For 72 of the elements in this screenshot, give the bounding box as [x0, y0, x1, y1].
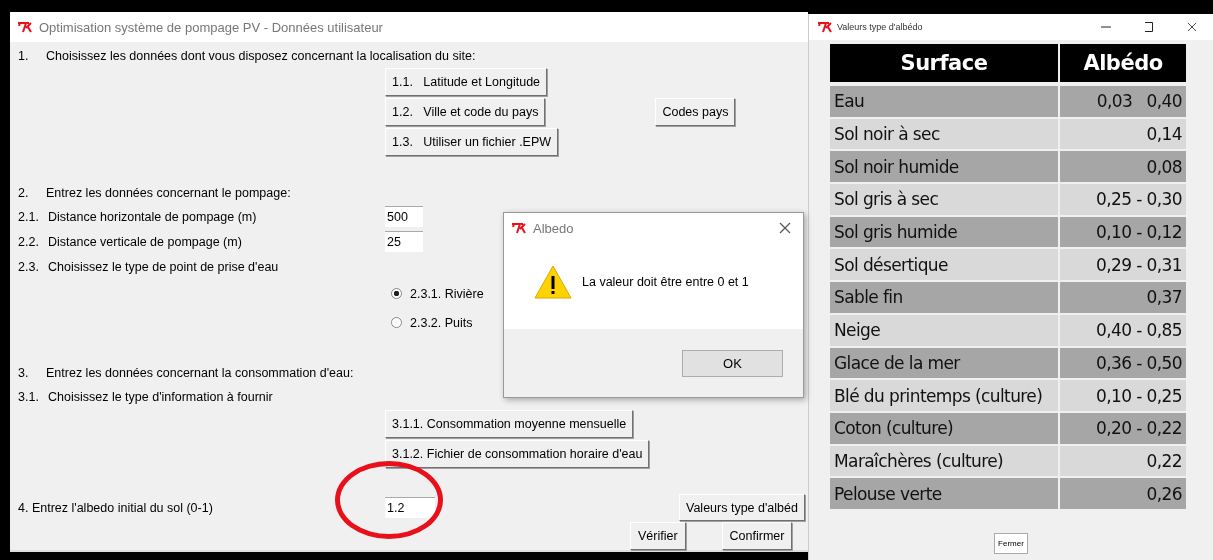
- window-title: Optimisation système de pompage PV - Données utilisateur: [39, 19, 383, 35]
- table-cell: Sol gris à sec: [830, 183, 1059, 216]
- table-cell: 0,10 - 0,25: [1059, 379, 1187, 412]
- table-cell: 0,08: [1059, 150, 1187, 184]
- window-title: Valeurs type d'albédo: [837, 22, 924, 32]
- table-cell: 0,29 - 0,31: [1059, 248, 1187, 282]
- option-button[interactable]: 1.3. Utiliser un fichier .EPW: [385, 128, 559, 156]
- table-cell: Blé du printemps (culture): [830, 379, 1059, 412]
- table-cell: Sol gris humide: [830, 215, 1059, 249]
- column-header: Surface: [830, 44, 1059, 84]
- item-number: 2.2.: [18, 234, 40, 249]
- dialog-message: La valeur doit être entre 0 et 1: [582, 275, 749, 289]
- option-button[interactable]: 1.2. Ville et code du pays: [385, 98, 546, 126]
- field-label: Distance horizontale de pompage (m): [48, 209, 257, 224]
- table-cell: Maraîchères (culture): [830, 444, 1059, 478]
- radio-label: 2.3.1. Rivière: [410, 286, 484, 301]
- section-heading: Entrez les données concernant la consommation d'eau:: [46, 366, 354, 380]
- table-cell: 0,20 - 0,22: [1059, 411, 1187, 445]
- table-cell: Coton (culture): [830, 411, 1059, 445]
- tk-logo-icon: [17, 21, 33, 33]
- table-cell: 0,14: [1059, 117, 1187, 151]
- input-field[interactable]: 1.2: [385, 497, 435, 518]
- item-number: 2.3.: [18, 259, 40, 274]
- input-field[interactable]: 500: [385, 206, 423, 227]
- codes-button[interactable]: Codes pays: [655, 98, 736, 126]
- field-label: Distance verticale de pompage (m): [48, 234, 242, 249]
- table-cell: 0,40 - 0,85: [1059, 313, 1187, 347]
- table-cell: Sol noir à sec: [830, 117, 1059, 151]
- table-cell: Glace de la mer: [830, 346, 1059, 380]
- confirm-button[interactable]: Confirmer: [721, 522, 793, 550]
- option-button[interactable]: 1.1. Latitude et Longitude: [385, 68, 548, 96]
- table-cell: Eau: [830, 84, 1059, 118]
- option-button[interactable]: 3.1.1. Consommation moyenne mensuelle: [385, 410, 634, 438]
- table-cell: Sol noir humide: [830, 150, 1059, 184]
- albedo-values-button[interactable]: Valeurs type d'albéd: [679, 494, 805, 521]
- verify-button[interactable]: Vérifier: [630, 522, 686, 550]
- close-icon[interactable]: [779, 222, 791, 234]
- section-heading: Entrez les données concernant le pompage:: [46, 186, 291, 200]
- radio-label: 2.3.2. Puits: [410, 315, 473, 330]
- item-number: 2.1.: [18, 209, 40, 224]
- tk-logo-icon: [511, 222, 527, 234]
- option-button[interactable]: 3.1.2. Fichier de consommation horaire d'eau: [385, 440, 650, 468]
- table-cell: 0,37: [1059, 281, 1187, 314]
- radio-button[interactable]: [391, 317, 402, 328]
- warning-icon: [534, 265, 572, 299]
- input-field[interactable]: 25: [385, 231, 423, 252]
- section-number: 2.: [18, 186, 30, 200]
- dialog-title: Albedo: [533, 220, 575, 236]
- table-cell: 0,25 - 0,30: [1059, 183, 1187, 216]
- column-header: Albédo: [1059, 44, 1187, 84]
- table-cell: 0,03 0,40: [1059, 84, 1187, 118]
- section-number: 1.: [18, 49, 30, 63]
- table-cell: Sable fin: [830, 281, 1059, 314]
- table-cell: 0,22: [1059, 444, 1187, 478]
- section-number: 3.: [18, 366, 30, 380]
- maximize-icon: [1144, 22, 1154, 32]
- close-button[interactable]: Fermer: [994, 532, 1028, 554]
- field-label: Choisissez le type de point de prise d'eau: [48, 259, 279, 274]
- close-icon: [1187, 22, 1197, 32]
- tk-logo-icon: [817, 21, 833, 33]
- table-cell: Neige: [830, 313, 1059, 347]
- radio-button[interactable]: [391, 288, 402, 299]
- ok-button[interactable]: OK: [682, 349, 783, 377]
- field-label: Choisissez le type d'information à fournir: [48, 389, 273, 404]
- table-cell: 0,36 - 0,50: [1059, 346, 1187, 380]
- item-number: 3.1.: [18, 389, 40, 404]
- table-cell: 0,26: [1059, 477, 1187, 510]
- table-cell: Pelouse verte: [830, 477, 1059, 510]
- field-label: 4. Entrez l'albedo initial du sol (0-1): [18, 500, 213, 515]
- section-heading: Choisissez les données dont vous disposez concernant la localisation du site:: [46, 49, 476, 63]
- table-cell: Sol désertique: [830, 248, 1059, 282]
- table-cell: 0,10 - 0,12: [1059, 215, 1187, 249]
